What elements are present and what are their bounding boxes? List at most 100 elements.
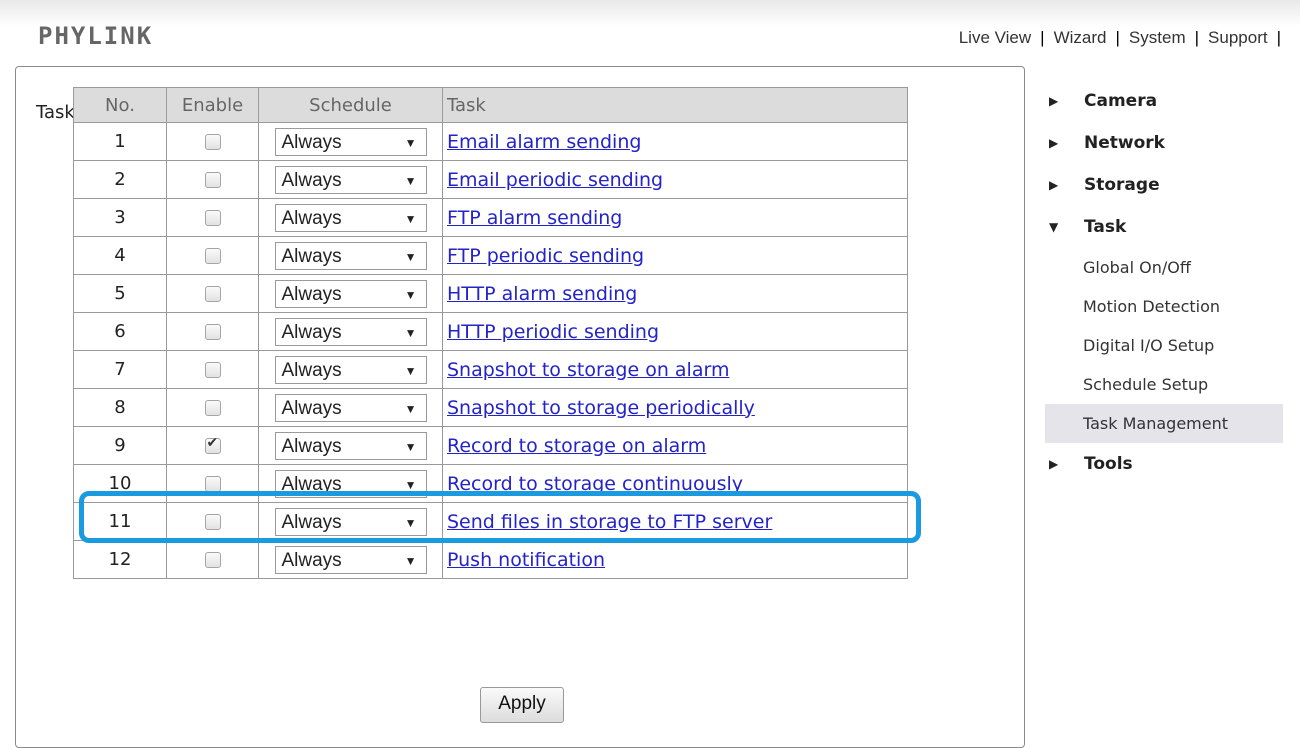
sidebar-item-task[interactable]: ▼ Task bbox=[1045, 206, 1285, 248]
task-cell: Record to storage on alarm bbox=[442, 426, 908, 465]
task-link[interactable]: Email periodic sending bbox=[447, 169, 663, 191]
schedule-select[interactable]: Always ▼ bbox=[274, 355, 427, 384]
schedule-select[interactable]: Always ▼ bbox=[274, 545, 427, 574]
sidebar: ▶ Camera ▶ Network ▶ Storage ▼ Task Glob… bbox=[1045, 80, 1285, 485]
dropdown-arrow-icon: ▼ bbox=[404, 287, 417, 302]
schedule-select[interactable]: Always ▼ bbox=[274, 431, 427, 460]
enable-checkbox[interactable] bbox=[204, 286, 221, 302]
task-link[interactable]: Push notification bbox=[447, 549, 605, 571]
top-bar: PHYLINK Live View | Wizard | System | Support | bbox=[0, 0, 1300, 66]
schedule-select[interactable]: Always ▼ bbox=[274, 203, 427, 232]
nav-separator: | bbox=[1276, 28, 1281, 47]
task-link[interactable]: Record to storage continuously bbox=[447, 473, 743, 495]
table-row: 7 Always ▼ Snapshot to storage on alarm bbox=[73, 350, 908, 389]
enable-checkbox[interactable] bbox=[204, 324, 221, 340]
enable-cell bbox=[166, 274, 259, 313]
enable-cell bbox=[166, 122, 259, 161]
schedule-value: Always bbox=[281, 169, 342, 191]
task-cell: Record to storage continuously bbox=[442, 464, 908, 503]
enable-checkbox[interactable] bbox=[204, 476, 221, 492]
task-cell: Send files in storage to FTP server bbox=[442, 502, 908, 541]
nav-wizard[interactable]: Wizard bbox=[1054, 28, 1107, 47]
schedule-value: Always bbox=[281, 207, 342, 229]
triangle-right-icon: ▶ bbox=[1049, 94, 1059, 108]
task-link[interactable]: Send files in storage to FTP server bbox=[447, 511, 772, 533]
task-number: 9 bbox=[73, 426, 167, 465]
enable-checkbox[interactable] bbox=[204, 435, 221, 454]
schedule-select[interactable]: Always ▼ bbox=[274, 507, 427, 536]
enable-checkbox[interactable] bbox=[204, 362, 221, 378]
task-link[interactable]: FTP alarm sending bbox=[447, 207, 622, 229]
schedule-value: Always bbox=[281, 435, 342, 457]
nav-live-view[interactable]: Live View bbox=[959, 28, 1031, 47]
sidebar-subitem-task-management[interactable]: Task Management bbox=[1045, 404, 1283, 443]
schedule-select[interactable]: Always ▼ bbox=[274, 279, 427, 308]
column-header-schedule: Schedule bbox=[258, 87, 443, 123]
sidebar-subitem-schedule-setup[interactable]: Schedule Setup bbox=[1045, 365, 1285, 404]
schedule-value: Always bbox=[281, 549, 342, 571]
task-cell: HTTP alarm sending bbox=[442, 274, 908, 313]
sidebar-item-tools[interactable]: ▶ Tools bbox=[1045, 443, 1285, 485]
dropdown-arrow-icon: ▼ bbox=[404, 135, 417, 150]
schedule-select[interactable]: Always ▼ bbox=[274, 469, 427, 498]
sidebar-item-network[interactable]: ▶ Network bbox=[1045, 122, 1285, 164]
dropdown-arrow-icon: ▼ bbox=[404, 173, 417, 188]
schedule-cell: Always ▼ bbox=[258, 198, 443, 237]
top-nav: Live View | Wizard | System | Support | bbox=[959, 28, 1290, 48]
enable-checkbox[interactable] bbox=[204, 172, 221, 188]
schedule-select[interactable]: Always ▼ bbox=[274, 241, 427, 270]
task-link[interactable]: HTTP alarm sending bbox=[447, 283, 637, 305]
schedule-cell: Always ▼ bbox=[258, 312, 443, 351]
nav-support[interactable]: Support bbox=[1208, 28, 1268, 47]
table-row: 9 Always ▼ Record to storage on alarm bbox=[73, 426, 908, 465]
enable-checkbox[interactable] bbox=[204, 400, 221, 416]
apply-button[interactable]: Apply bbox=[480, 687, 564, 723]
table-row: 5 Always ▼ HTTP alarm sending bbox=[73, 274, 908, 313]
schedule-cell: Always ▼ bbox=[258, 540, 443, 579]
table-row: 4 Always ▼ FTP periodic sending bbox=[73, 236, 908, 275]
task-cell: Snapshot to storage periodically bbox=[442, 388, 908, 427]
triangle-right-icon: ▶ bbox=[1049, 457, 1059, 471]
enable-checkbox[interactable] bbox=[204, 514, 221, 530]
enable-cell bbox=[166, 502, 259, 541]
task-cell: Email periodic sending bbox=[442, 160, 908, 199]
task-link[interactable]: Snapshot to storage periodically bbox=[447, 397, 755, 419]
schedule-cell: Always ▼ bbox=[258, 274, 443, 313]
enable-cell bbox=[166, 426, 259, 465]
triangle-down-icon: ▼ bbox=[1049, 220, 1059, 234]
column-header-no: No. bbox=[73, 87, 167, 123]
task-number: 10 bbox=[73, 464, 167, 503]
schedule-value: Always bbox=[281, 245, 342, 267]
schedule-cell: Always ▼ bbox=[258, 464, 443, 503]
sidebar-item-storage[interactable]: ▶ Storage bbox=[1045, 164, 1285, 206]
schedule-select[interactable]: Always ▼ bbox=[274, 317, 427, 346]
schedule-select[interactable]: Always ▼ bbox=[274, 165, 427, 194]
table-row: 2 Always ▼ Email periodic sending bbox=[73, 160, 908, 199]
task-link[interactable]: FTP periodic sending bbox=[447, 245, 644, 267]
enable-checkbox[interactable] bbox=[204, 552, 221, 568]
enable-cell bbox=[166, 540, 259, 579]
enable-cell bbox=[166, 350, 259, 389]
triangle-right-icon: ▶ bbox=[1049, 178, 1059, 192]
task-link[interactable]: Snapshot to storage on alarm bbox=[447, 359, 729, 381]
task-number: 1 bbox=[73, 122, 167, 161]
task-number: 2 bbox=[73, 160, 167, 199]
task-link[interactable]: Email alarm sending bbox=[447, 131, 641, 153]
nav-system[interactable]: System bbox=[1129, 28, 1186, 47]
sidebar-item-camera[interactable]: ▶ Camera bbox=[1045, 80, 1285, 122]
schedule-cell: Always ▼ bbox=[258, 122, 443, 161]
enable-checkbox[interactable] bbox=[204, 210, 221, 226]
schedule-value: Always bbox=[281, 359, 342, 381]
table-header-row: No. Enable Schedule Task bbox=[73, 87, 908, 123]
task-link[interactable]: Record to storage on alarm bbox=[447, 435, 706, 457]
enable-checkbox[interactable] bbox=[204, 134, 221, 150]
sidebar-subitem-global-on-off[interactable]: Global On/Off bbox=[1045, 248, 1285, 287]
table-row: 6 Always ▼ HTTP periodic sending bbox=[73, 312, 908, 351]
task-link[interactable]: HTTP periodic sending bbox=[447, 321, 659, 343]
schedule-select[interactable]: Always ▼ bbox=[274, 127, 427, 156]
schedule-select[interactable]: Always ▼ bbox=[274, 393, 427, 422]
sidebar-subitem-motion-detection[interactable]: Motion Detection bbox=[1045, 287, 1285, 326]
task-number: 7 bbox=[73, 350, 167, 389]
sidebar-subitem-digital-io-setup[interactable]: Digital I/O Setup bbox=[1045, 326, 1285, 365]
enable-checkbox[interactable] bbox=[204, 248, 221, 264]
